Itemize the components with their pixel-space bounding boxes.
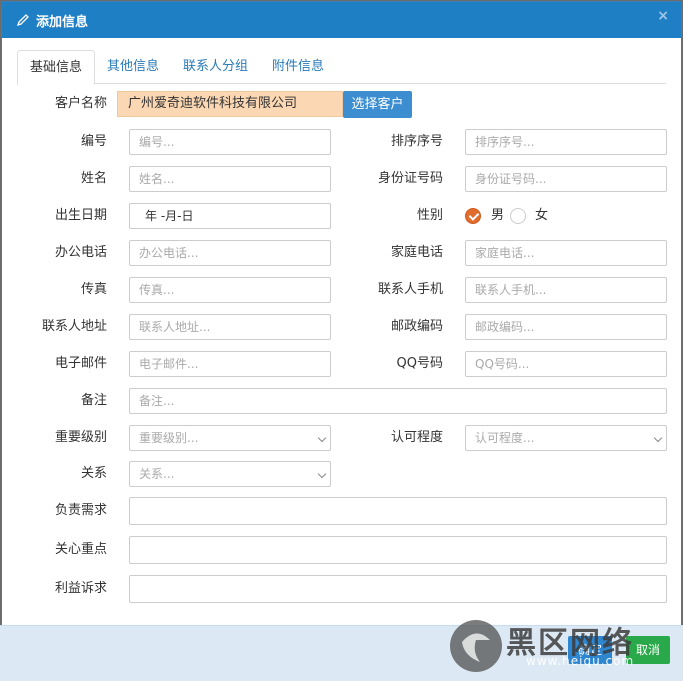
office-phone-label: 办公电话 (54, 245, 107, 260)
customer-label: 客户名称 (54, 96, 107, 111)
tab-basic-info[interactable]: 基础信息 (17, 50, 96, 85)
tab-attachment-info[interactable]: 附件信息 (260, 50, 336, 84)
confirm-button[interactable]: 确定 (568, 636, 613, 664)
demand-input[interactable] (129, 497, 667, 525)
recognition-select[interactable]: 认可程度... (465, 425, 667, 451)
home-phone-label: 家庭电话 (390, 245, 443, 260)
code-input[interactable]: 编号... (129, 129, 331, 155)
name-input[interactable]: 姓名... (129, 166, 331, 192)
address-label: 联系人地址 (41, 319, 107, 334)
email-input[interactable]: 电子邮件... (129, 351, 331, 377)
gender-label: 性别 (416, 208, 443, 223)
gender-male-radio[interactable] (465, 208, 481, 224)
close-icon[interactable]: × (657, 8, 669, 24)
tab-contact-group[interactable]: 联系人分组 (171, 50, 260, 84)
choose-customer-button[interactable]: 选择客户 (343, 91, 412, 118)
relation-label: 关系 (80, 466, 107, 481)
relation-select[interactable]: 关系... (129, 461, 331, 487)
dialog-title: 添加信息 (36, 14, 89, 30)
home-phone-input[interactable]: 家庭电话... (465, 240, 667, 266)
mobile-label: 联系人手机 (377, 282, 443, 297)
office-phone-input[interactable]: 办公电话... (129, 240, 331, 266)
pencil-icon (16, 13, 30, 27)
remark-input[interactable]: 备注... (129, 388, 667, 414)
qq-label: QQ号码 (396, 356, 443, 371)
name-label: 姓名 (80, 171, 107, 186)
qq-input[interactable]: QQ号码... (465, 351, 667, 377)
dialog-titlebar: 添加信息 × (2, 2, 681, 38)
sort-input[interactable]: 排序序号... (465, 129, 667, 155)
demand-label: 负责需求 (54, 503, 107, 518)
gender-female-radio[interactable] (510, 208, 526, 224)
tab-other-info[interactable]: 其他信息 (95, 50, 171, 84)
focus-input[interactable] (129, 536, 667, 564)
fax-input[interactable]: 传真... (129, 277, 331, 303)
birth-date-input[interactable]: 年 -月-日 (129, 203, 331, 229)
zip-label: 邮政编码 (390, 319, 443, 334)
focus-label: 关心重点 (54, 542, 107, 557)
tab-bar: 基础信息 其他信息 联系人分组 附件信息 (17, 50, 666, 85)
remark-label: 备注 (80, 393, 107, 408)
fax-label: 传真 (80, 282, 107, 297)
address-input[interactable]: 联系人地址... (129, 314, 331, 340)
level-label: 重要级别 (54, 430, 107, 445)
recognition-label: 认可程度 (390, 430, 443, 445)
interest-label: 利益诉求 (54, 581, 107, 596)
interest-input[interactable] (129, 575, 667, 603)
level-select[interactable]: 重要级别... (129, 425, 331, 451)
gender-male-label: 男 (491, 208, 505, 223)
mobile-input[interactable]: 联系人手机... (465, 277, 667, 303)
zip-input[interactable]: 邮政编码... (465, 314, 667, 340)
code-label: 编号 (80, 134, 107, 149)
cancel-button[interactable]: 取消 (626, 636, 671, 664)
email-label: 电子邮件 (54, 356, 107, 371)
idcard-label: 身份证号码 (377, 171, 443, 186)
birth-label: 出生日期 (54, 208, 107, 223)
customer-name-field[interactable]: 广州爱奇迪软件科技有限公司 (117, 91, 343, 117)
gender-female-label: 女 (535, 208, 549, 223)
sort-label: 排序序号 (390, 134, 443, 149)
idcard-input[interactable]: 身份证号码... (465, 166, 667, 192)
